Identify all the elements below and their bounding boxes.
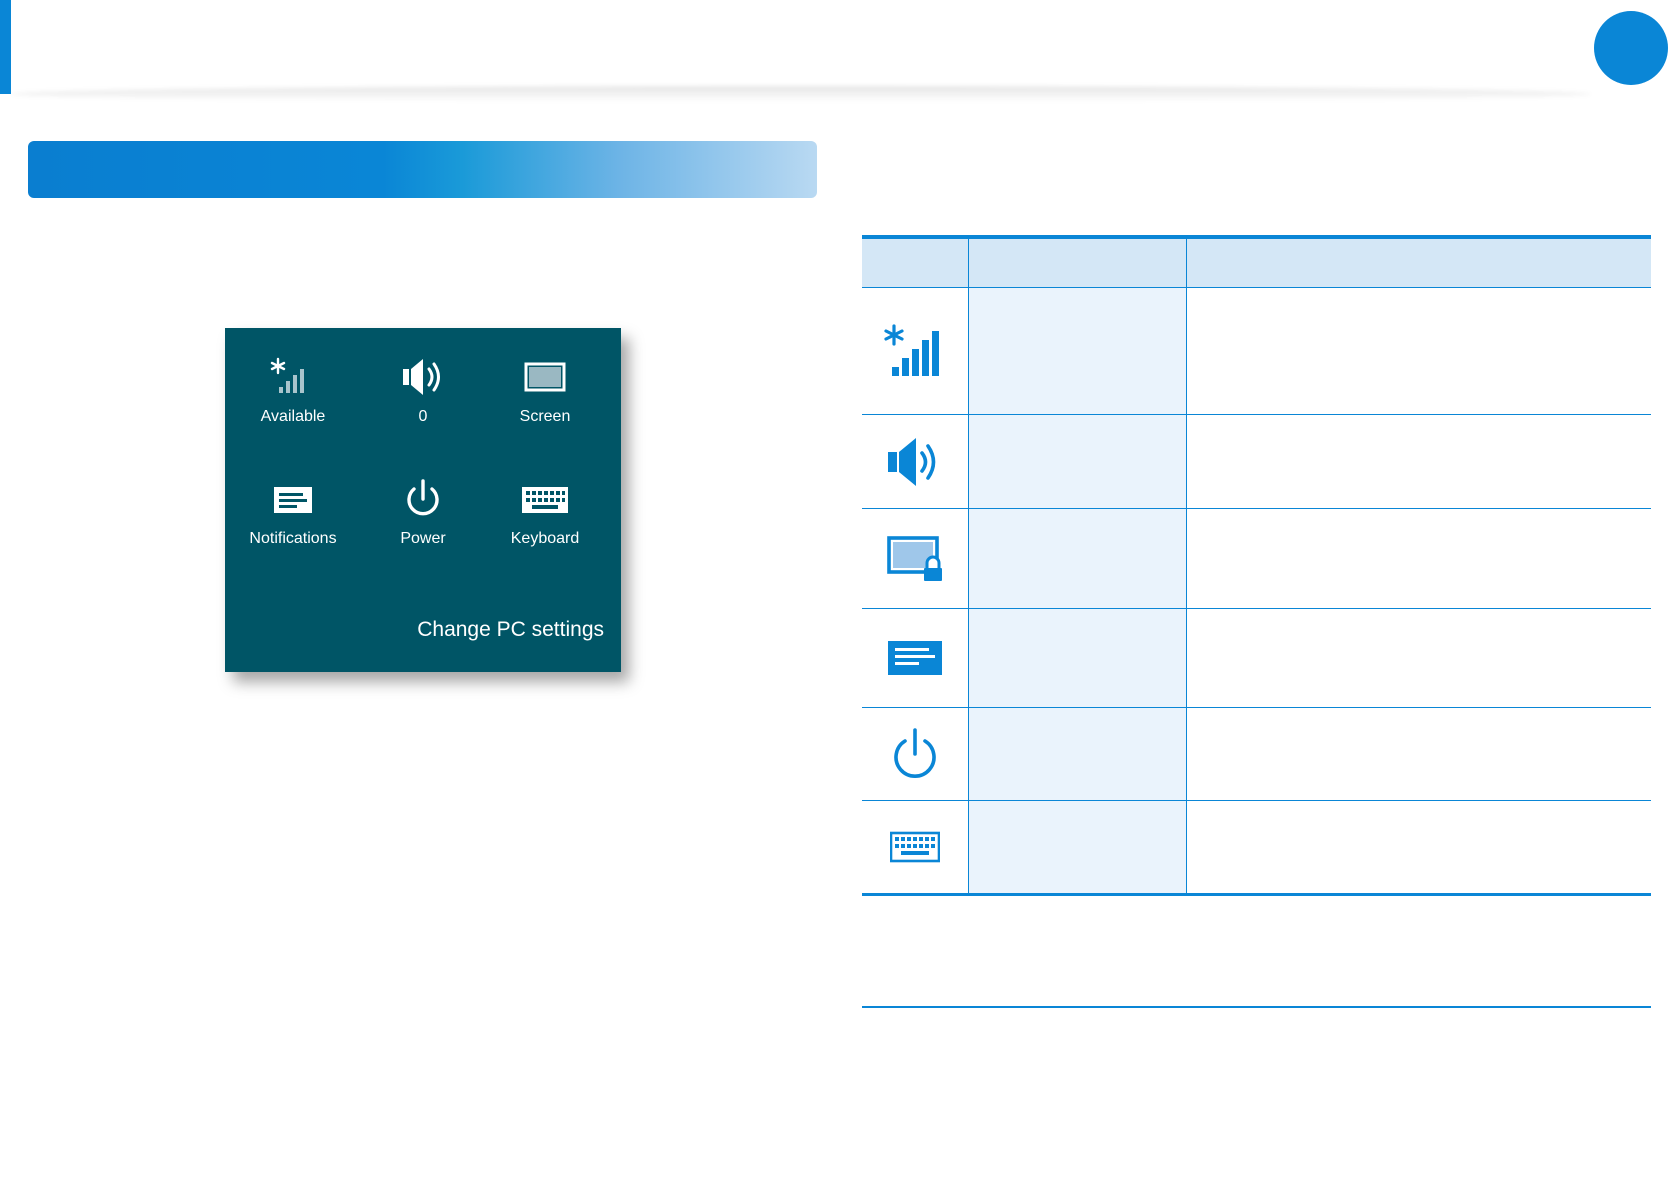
row-name-cell bbox=[969, 801, 1187, 893]
table-row bbox=[862, 415, 1651, 509]
row-desc-cell bbox=[1187, 415, 1651, 508]
tile-keyboard[interactable]: Keyboard bbox=[485, 470, 605, 548]
page-indicator-circle bbox=[1594, 11, 1668, 85]
header-accent-bar bbox=[0, 0, 11, 94]
volume-icon bbox=[888, 437, 936, 486]
table-row bbox=[862, 609, 1651, 708]
row-name-cell bbox=[969, 609, 1187, 707]
notifications-icon bbox=[274, 487, 312, 513]
table-row bbox=[862, 509, 1651, 609]
header-cell bbox=[1187, 239, 1651, 287]
header-cell bbox=[969, 239, 1187, 287]
tile-label: Notifications bbox=[249, 530, 337, 547]
row-desc-cell bbox=[1187, 509, 1651, 608]
notifications-icon bbox=[888, 641, 942, 675]
table-row bbox=[862, 801, 1651, 893]
row-icon-cell bbox=[862, 708, 969, 800]
tile-label: Power bbox=[400, 530, 446, 547]
screen-icon bbox=[524, 362, 566, 392]
network-signal-icon bbox=[884, 324, 939, 376]
row-desc-cell bbox=[1187, 801, 1651, 893]
table-row bbox=[862, 708, 1651, 801]
tile-volume[interactable]: 0 bbox=[363, 348, 483, 426]
tile-label: 0 bbox=[418, 408, 428, 425]
row-desc-cell bbox=[1187, 609, 1651, 707]
row-name-cell bbox=[969, 509, 1187, 608]
power-icon bbox=[894, 728, 936, 778]
volume-icon bbox=[403, 359, 440, 395]
note-divider bbox=[862, 1006, 1651, 1008]
row-name-cell bbox=[969, 415, 1187, 508]
tile-label: Keyboard bbox=[510, 530, 580, 547]
header-divider bbox=[11, 86, 1591, 102]
row-icon-cell bbox=[862, 288, 969, 414]
tile-notifications[interactable]: Notifications bbox=[233, 470, 353, 548]
section-title-bar bbox=[28, 141, 817, 198]
table-bottom-rule bbox=[862, 893, 1651, 896]
row-name-cell bbox=[969, 708, 1187, 800]
change-pc-settings-link[interactable]: Change PC settings bbox=[417, 618, 604, 642]
settings-panel: Available 0 Screen Notifications Power K… bbox=[225, 328, 621, 672]
network-signal-icon bbox=[270, 357, 304, 393]
power-icon bbox=[407, 479, 439, 516]
row-icon-cell bbox=[862, 415, 969, 508]
keyboard-icon bbox=[890, 831, 940, 863]
row-icon-cell bbox=[862, 509, 969, 608]
tile-label: Available bbox=[260, 408, 326, 425]
row-icon-cell bbox=[862, 801, 969, 893]
header-cell bbox=[862, 239, 969, 287]
keyboard-icon bbox=[522, 487, 568, 513]
tile-network[interactable]: Available bbox=[233, 348, 353, 426]
row-desc-cell bbox=[1187, 708, 1651, 800]
tile-screen[interactable]: Screen bbox=[485, 348, 605, 426]
row-desc-cell bbox=[1187, 288, 1651, 414]
screen-lock-icon bbox=[887, 535, 942, 581]
tile-label: Screen bbox=[519, 408, 571, 425]
tile-power[interactable]: Power bbox=[363, 470, 483, 548]
row-icon-cell bbox=[862, 609, 969, 707]
settings-table bbox=[862, 235, 1651, 896]
table-row bbox=[862, 288, 1651, 415]
table-header bbox=[862, 239, 1651, 288]
row-name-cell bbox=[969, 288, 1187, 414]
